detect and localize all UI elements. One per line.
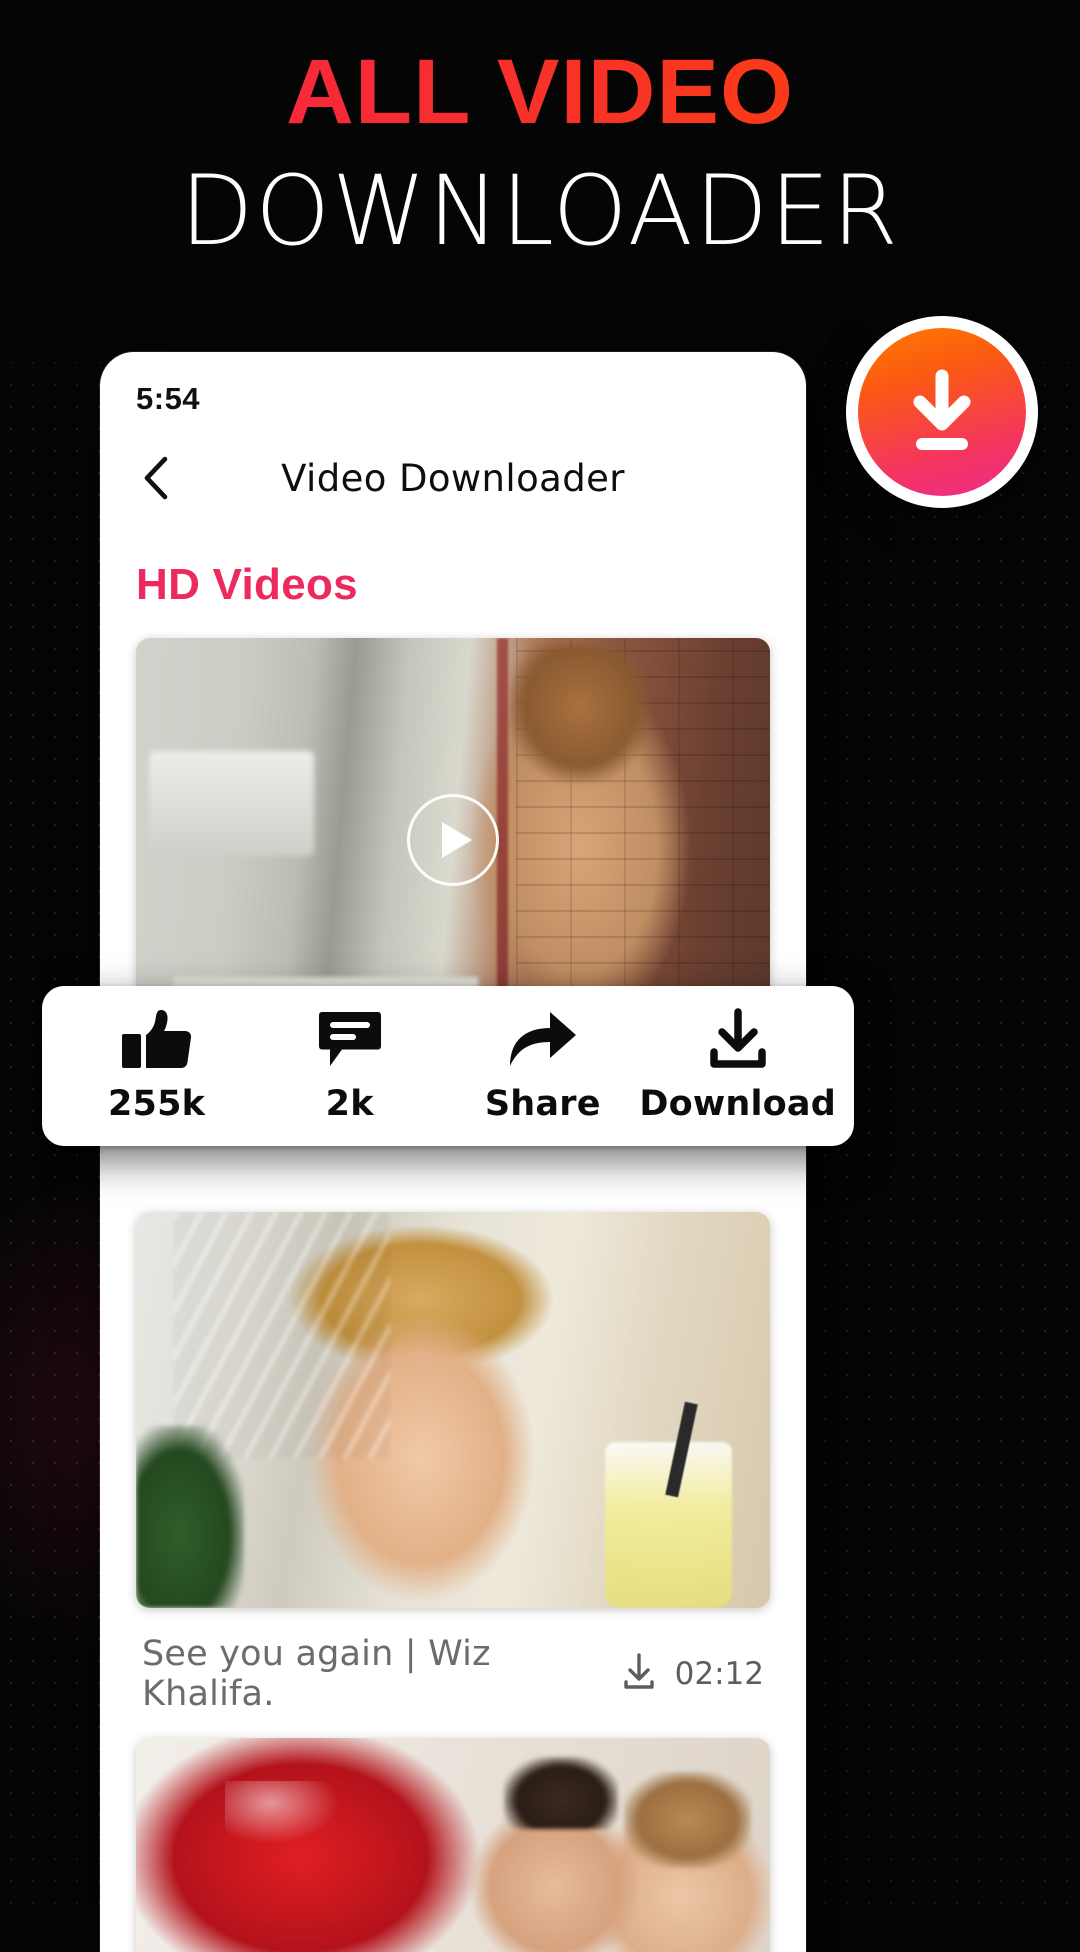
thumbs-up-icon: [120, 1008, 194, 1070]
download-icon[interactable]: [621, 1652, 657, 1697]
video-meta-right: 02:12: [621, 1652, 764, 1697]
thumbnail-detail: [510, 646, 650, 784]
status-bar-clock: 5:54: [136, 381, 201, 416]
download-icon: [858, 328, 1026, 496]
video-duration: 02:12: [674, 1656, 764, 1692]
share-action[interactable]: Share: [446, 1008, 639, 1124]
thumbnail-detail: [503, 1757, 618, 1830]
comment-icon: [318, 1008, 382, 1070]
video-thumbnail[interactable]: [136, 1212, 770, 1608]
video-action-bar[interactable]: 255k 2k Share Download: [42, 986, 854, 1146]
video-thumbnail[interactable]: [136, 638, 770, 1042]
share-label: Share: [484, 1084, 601, 1124]
page-title: Video Downloader: [281, 456, 625, 500]
thumbnail-detail: [224, 1781, 339, 1844]
like-count: 255k: [107, 1084, 206, 1124]
chevron-left-icon: [141, 455, 171, 501]
comment-action[interactable]: 2k: [253, 1008, 446, 1124]
like-action[interactable]: 255k: [60, 1008, 253, 1124]
thumbnail-detail: [136, 1425, 244, 1608]
video-card[interactable]: See you again | Wiz Khalifa. 02:12: [136, 1212, 770, 1738]
download-label: Download: [639, 1084, 836, 1124]
thumbnail-detail: [174, 1212, 390, 1458]
back-button[interactable]: [134, 456, 178, 500]
promo-subtitle: DOWNLOADER: [180, 154, 900, 267]
download-action[interactable]: Download: [639, 1008, 836, 1124]
video-title: See you again | Wiz Khalifa.: [142, 1634, 491, 1714]
video-feed[interactable]: See you again | Wiz Khalifa. 02:12: [100, 616, 806, 1952]
status-bar: 5:54: [100, 352, 806, 430]
phone-mockup: 5:54 Video Downloader HD Videos See you …: [100, 352, 806, 1952]
comment-count: 2k: [325, 1084, 374, 1124]
thumbnail-detail: [624, 1771, 751, 1868]
video-card[interactable]: [136, 638, 770, 1042]
promo-header: ALL VIDEO DOWNLOADER: [0, 44, 1080, 259]
download-fab[interactable]: [846, 316, 1038, 508]
share-icon: [506, 1008, 580, 1070]
thumbnail-detail: [605, 1441, 732, 1608]
video-meta-row: See you again | Wiz Khalifa. 02:12: [136, 1608, 770, 1738]
thumbnail-image: [136, 1212, 770, 1608]
thumbnail-detail: [148, 751, 314, 857]
play-icon[interactable]: [407, 794, 499, 886]
app-bar: Video Downloader: [100, 430, 806, 526]
section-title-hd-videos: HD Videos: [136, 560, 358, 609]
download-icon: [707, 1008, 769, 1070]
promo-title: ALL VIDEO: [0, 44, 1080, 141]
